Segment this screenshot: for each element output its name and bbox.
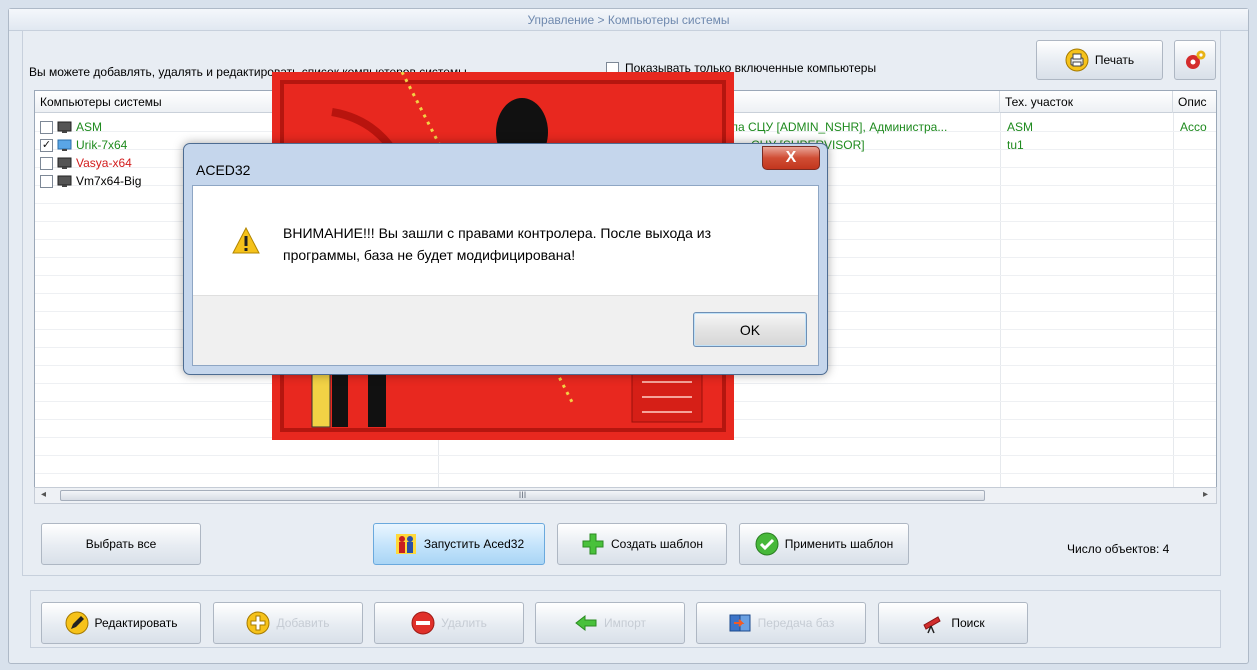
gears-icon bbox=[1186, 50, 1206, 69]
computer-icon bbox=[57, 121, 72, 133]
scroll-right-arrow[interactable]: ▸ bbox=[1203, 489, 1208, 500]
computer-icon bbox=[57, 139, 72, 151]
column-header-section[interactable]: Тех. участок bbox=[1000, 91, 1173, 113]
computer-name: Vasya-x64 bbox=[76, 156, 132, 170]
add-label: Добавить bbox=[276, 616, 330, 630]
close-icon: X bbox=[785, 149, 797, 166]
delete-label: Удалить bbox=[441, 616, 487, 630]
computer-name: Urik-7x64 bbox=[76, 138, 128, 152]
computer-icon bbox=[57, 175, 72, 187]
plus-icon bbox=[582, 533, 604, 555]
select-all-label: Выбрать все bbox=[85, 537, 157, 551]
import-button[interactable]: Импорт bbox=[535, 602, 685, 644]
horizontal-scrollbar[interactable]: ◂ III ▸ bbox=[34, 487, 1217, 504]
import-label: Импорт bbox=[604, 616, 646, 630]
apply-template-button[interactable]: Применить шаблон bbox=[739, 523, 909, 565]
delete-button[interactable]: Удалить bbox=[374, 602, 524, 644]
transfer-db-button[interactable]: Передача баз bbox=[696, 602, 866, 644]
column-header-description[interactable]: Опис bbox=[1173, 91, 1216, 113]
create-template-label: Создать шаблон bbox=[610, 537, 703, 551]
search-label: Поиск bbox=[951, 616, 985, 630]
section-cell: ASM bbox=[1007, 120, 1034, 134]
launch-aced32-button[interactable]: Запустить Aced32 bbox=[373, 523, 545, 565]
row-checkbox[interactable]: ✓ bbox=[40, 138, 53, 152]
description-cell: Acco bbox=[1180, 120, 1207, 134]
table-row[interactable]: ✓ Urik-7x64 bbox=[40, 136, 127, 154]
scroll-thumb[interactable]: III bbox=[60, 490, 985, 501]
check-circle-icon bbox=[755, 532, 779, 556]
edit-label: Редактировать bbox=[94, 616, 178, 630]
arrow-left-icon bbox=[575, 614, 597, 632]
transfer-label: Передача баз bbox=[757, 616, 835, 630]
computer-name: Vm7x64-Big bbox=[76, 174, 142, 188]
ok-label: OK bbox=[739, 321, 761, 338]
create-template-button[interactable]: Создать шаблон bbox=[557, 523, 727, 565]
apply-template-label: Применить шаблон bbox=[784, 537, 894, 551]
column-divider bbox=[1173, 113, 1174, 487]
computer-icon bbox=[57, 157, 72, 169]
scroll-left-arrow[interactable]: ◂ bbox=[41, 489, 46, 500]
select-all-button[interactable]: Выбрать все bbox=[41, 523, 201, 565]
row-divider bbox=[35, 473, 1216, 474]
add-button[interactable]: Добавить bbox=[213, 602, 363, 644]
section-cell: tu1 bbox=[1007, 138, 1024, 152]
people-icon bbox=[395, 534, 416, 554]
row-checkbox[interactable] bbox=[40, 156, 53, 170]
row-checkbox[interactable] bbox=[40, 174, 53, 188]
search-button[interactable]: Поиск bbox=[878, 602, 1028, 644]
row-checkbox[interactable] bbox=[40, 120, 53, 134]
add-circle-icon bbox=[246, 611, 270, 635]
users-cell: ла СЦУ [ADMIN_NSHR], Администра... bbox=[731, 120, 948, 134]
launch-label: Запустить Aced32 bbox=[423, 537, 525, 551]
dialog-body: ВНИМАНИЕ!!! Вы зашли с правами контролер… bbox=[192, 185, 819, 366]
print-button[interactable]: Печать bbox=[1036, 40, 1163, 80]
dialog-title: ACED32 bbox=[196, 162, 251, 178]
minus-circle-icon bbox=[411, 611, 435, 635]
settings-button[interactable] bbox=[1174, 40, 1216, 80]
row-divider bbox=[35, 455, 1216, 456]
edit-button[interactable]: Редактировать bbox=[41, 602, 201, 644]
dialog-message: ВНИМАНИЕ!!! Вы зашли с правами контролер… bbox=[283, 225, 712, 263]
scroll-grip: III bbox=[518, 490, 527, 500]
table-row[interactable]: Vm7x64-Big bbox=[40, 172, 141, 190]
printer-icon bbox=[1065, 48, 1089, 72]
table-row[interactable]: ASM bbox=[40, 118, 102, 136]
ok-button[interactable]: OK bbox=[693, 312, 807, 347]
print-label: Печать bbox=[1094, 53, 1135, 67]
object-count: Число объектов: 4 bbox=[1067, 542, 1170, 556]
dialog-footer: OK bbox=[193, 295, 818, 365]
transfer-icon bbox=[729, 614, 751, 632]
telescope-icon bbox=[923, 616, 942, 634]
breadcrumb: Управление > Компьютеры системы bbox=[9, 9, 1248, 31]
computer-name: ASM bbox=[76, 120, 103, 134]
pencil-icon bbox=[65, 611, 89, 635]
warning-dialog: ACED32 X ВНИМАНИЕ!!! Вы зашли с правами … bbox=[183, 143, 828, 375]
table-row[interactable]: Vasya-x64 bbox=[40, 154, 132, 172]
column-divider bbox=[1000, 113, 1001, 487]
close-button[interactable]: X bbox=[762, 146, 820, 170]
warning-icon bbox=[232, 226, 260, 254]
